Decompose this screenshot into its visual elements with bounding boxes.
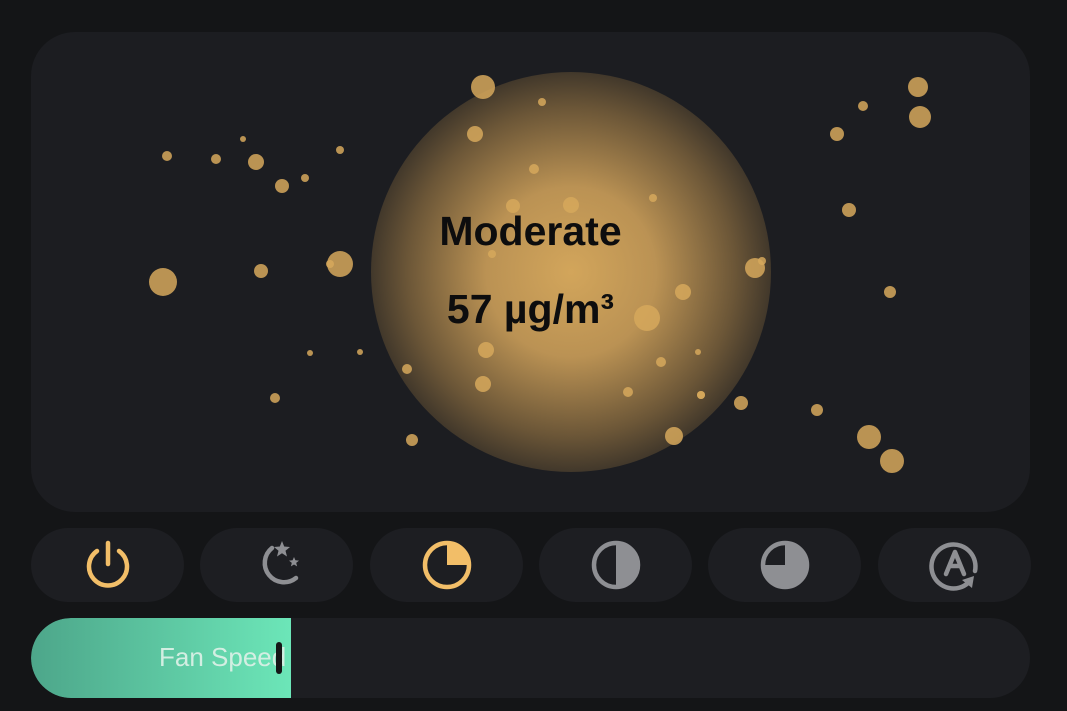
particle-dot xyxy=(475,376,491,392)
particle-dot xyxy=(857,425,881,449)
fan-speed-handle[interactable] xyxy=(276,642,282,674)
particle-dot xyxy=(336,146,344,154)
particle-dot xyxy=(529,164,539,174)
particle-dot xyxy=(275,179,289,193)
low-speed-button[interactable] xyxy=(370,528,523,602)
air-quality-reading: 57 µg/m³ xyxy=(446,286,615,332)
particle-dot xyxy=(357,349,363,355)
particle-dot xyxy=(467,126,483,142)
particle-dot xyxy=(830,127,844,141)
air-quality-status: Moderate xyxy=(439,208,622,254)
particle-dot xyxy=(858,101,868,111)
moon-stars-icon xyxy=(262,541,299,585)
particle-dot xyxy=(695,349,701,355)
particle-dot xyxy=(909,106,931,128)
particle-dot xyxy=(758,257,766,265)
particle-dot xyxy=(649,194,657,202)
particle-dot xyxy=(402,364,412,374)
particle-dot xyxy=(162,151,172,161)
particle-dot xyxy=(301,174,309,182)
auto-mode-button[interactable] xyxy=(878,528,1031,602)
particle-dot xyxy=(270,393,280,403)
particle-dot xyxy=(697,391,705,399)
air-quality-card: Moderate 57 µg/m³ xyxy=(31,32,1030,512)
purifier-dashboard: Moderate 57 µg/m³ Fan Speed xyxy=(0,0,1067,711)
particle-dot xyxy=(254,264,268,278)
power-icon xyxy=(86,540,129,588)
mode-buttons-row xyxy=(31,528,1031,602)
particle-dot xyxy=(880,449,904,473)
particle-dot xyxy=(908,77,928,97)
particle-dot xyxy=(326,260,334,268)
fan-speed-label: Fan Speed xyxy=(159,642,287,672)
three-quarter-circle-icon xyxy=(760,540,809,590)
quarter-circle-icon xyxy=(422,540,471,590)
sleep-mode-button[interactable] xyxy=(200,528,353,602)
particle-dot xyxy=(307,350,313,356)
high-speed-button[interactable] xyxy=(708,528,861,602)
particle-dot xyxy=(211,154,221,164)
particles-layer xyxy=(149,75,931,473)
particle-dot xyxy=(734,396,748,410)
particle-dot xyxy=(406,434,418,446)
power-button[interactable] xyxy=(31,528,184,602)
particle-dot xyxy=(623,387,633,397)
particle-dot xyxy=(240,136,246,142)
particle-dot xyxy=(538,98,546,106)
particle-dot xyxy=(665,427,683,445)
particle-dot xyxy=(471,75,495,99)
half-circle-icon xyxy=(591,540,640,590)
particle-dot xyxy=(478,342,494,358)
particle-dot xyxy=(248,154,264,170)
particle-dot xyxy=(656,357,666,367)
medium-speed-button[interactable] xyxy=(539,528,692,602)
auto-mode-icon xyxy=(928,542,978,591)
particle-dot xyxy=(811,404,823,416)
fan-speed-slider[interactable]: Fan Speed xyxy=(31,618,1030,698)
